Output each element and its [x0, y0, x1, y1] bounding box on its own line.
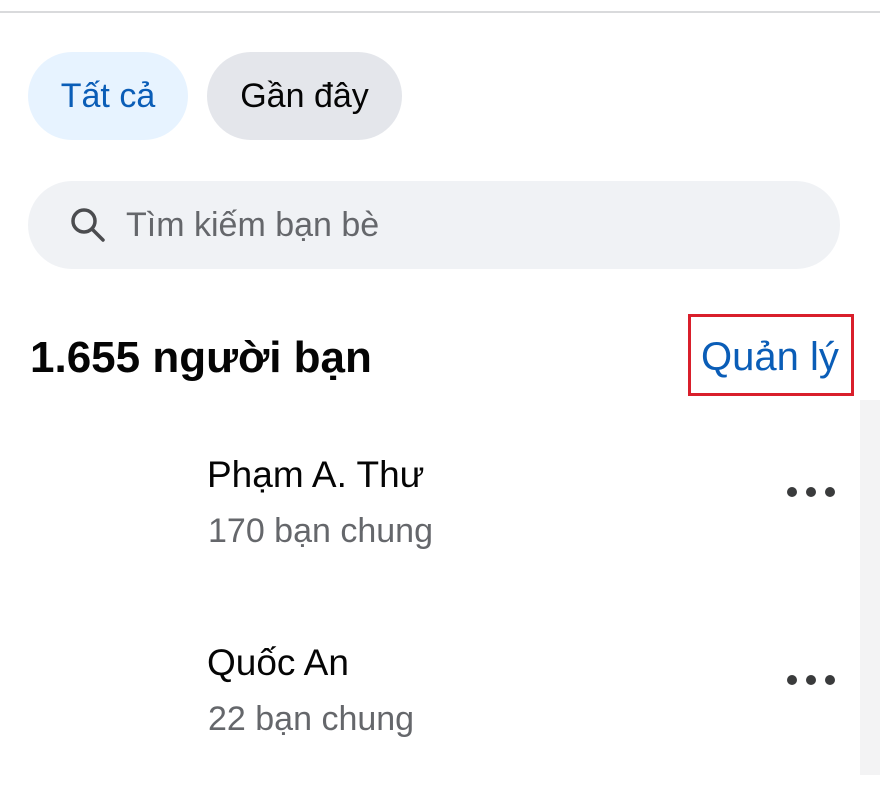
scroll-edge [860, 400, 880, 775]
search-bar[interactable] [28, 181, 840, 269]
mutual-friends-count: 170 bạn chung [208, 512, 433, 550]
filter-chip-all-label: Tất cả [60, 76, 156, 115]
friend-name: Phạm A. Thư [207, 454, 425, 495]
search-input[interactable] [124, 204, 808, 246]
search-icon [68, 205, 108, 245]
more-options-icon[interactable] [787, 668, 835, 692]
filter-chip-recent[interactable]: Gần đây [207, 52, 402, 140]
top-divider [0, 0, 880, 13]
friend-list-item[interactable]: Quốc An 22 bạn chung [0, 640, 860, 790]
filter-chip-all[interactable]: Tất cả [28, 52, 188, 140]
more-options-icon[interactable] [787, 480, 835, 504]
avatar[interactable] [30, 650, 180, 790]
friends-count-heading: 1.655 người bạn [30, 333, 372, 382]
filter-chip-recent-label: Gần đây [240, 76, 369, 115]
friend-list-item[interactable]: Phạm A. Thư 170 bạn chung [0, 452, 860, 602]
avatar[interactable] [30, 462, 180, 602]
mutual-friends-count: 22 bạn chung [208, 700, 415, 738]
friend-name: Quốc An [207, 642, 349, 683]
manage-link[interactable]: Quản lý [701, 332, 839, 382]
